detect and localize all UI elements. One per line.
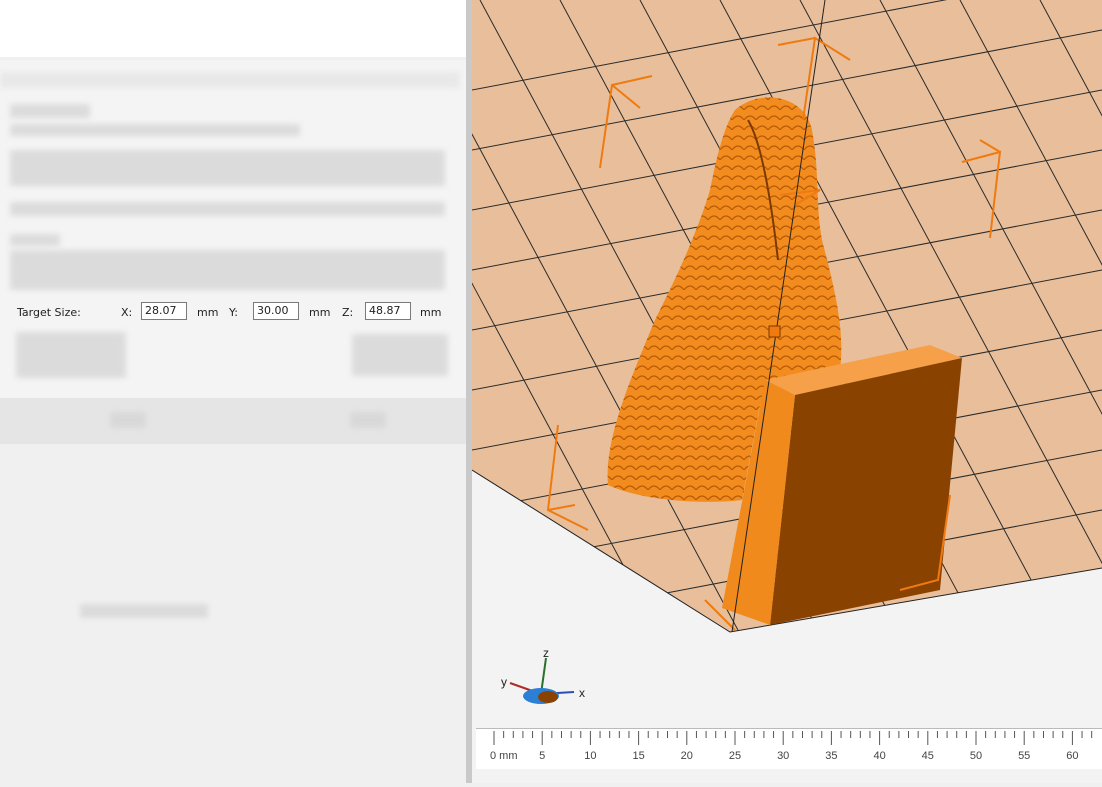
gizmo-x-label: x (579, 686, 585, 700)
target-size-y-input[interactable]: 30.00 (253, 302, 299, 320)
ruler-label: 30 (777, 750, 789, 762)
x-label: X: (121, 306, 133, 319)
blurred-text (80, 604, 208, 618)
top-area (0, 0, 466, 57)
blurred-text (10, 234, 60, 246)
gizmo-y-label: y (501, 675, 507, 689)
block-front[interactable] (770, 358, 962, 625)
ruler-label: 40 (873, 750, 885, 762)
target-size-z-input[interactable]: 48.87 (365, 302, 411, 320)
ruler-label: 25 (729, 750, 741, 762)
ruler: 0 mm 5 10 15 20 25 30 35 40 45 50 55 60 (476, 728, 1102, 769)
z-label: Z: (342, 306, 354, 319)
y-unit-label: mm (309, 306, 331, 319)
left-panel: Target Size: X: 28.07 mm Y: 30.00 mm Z: … (0, 0, 470, 783)
ruler-label: 0 mm (490, 750, 518, 762)
target-size-row: Target Size: X: 28.07 mm Y: 30.00 mm Z: … (0, 302, 466, 324)
blurred-button[interactable] (352, 334, 448, 376)
blurred-text (10, 104, 90, 118)
ruler-label: 35 (825, 750, 837, 762)
3d-viewport[interactable]: z y x (471, 0, 1102, 783)
viewport-scene[interactable]: z y x (471, 0, 1102, 783)
scale-panel (0, 60, 466, 401)
blurred-text (10, 202, 445, 216)
target-size-x-input[interactable]: 28.07 (141, 302, 187, 320)
ruler-label: 50 (970, 750, 982, 762)
blurred-text (10, 150, 445, 186)
blurred-header (0, 72, 460, 88)
target-size-label: Target Size: (17, 306, 81, 319)
ruler-label: 55 (1018, 750, 1030, 762)
z-unit-label: mm (420, 306, 442, 319)
ruler-label: 45 (922, 750, 934, 762)
blurred-text (10, 250, 445, 290)
blurred-button[interactable] (16, 332, 126, 378)
x-unit-label: mm (197, 306, 219, 319)
panel-footer (0, 398, 470, 444)
ruler-label: 10 (584, 750, 596, 762)
ruler-label: 5 (539, 750, 545, 762)
ruler-label: 20 (681, 750, 693, 762)
y-label: Y: (229, 306, 238, 319)
ruler-label: 60 (1066, 750, 1078, 762)
ruler-label: 15 (632, 750, 644, 762)
ruler-ticks: 0 mm 5 10 15 20 25 30 35 40 45 50 55 60 (490, 731, 1093, 762)
blurred-text (10, 124, 300, 136)
gizmo-z-label: z (543, 646, 549, 660)
blurred-tab[interactable] (110, 412, 146, 428)
blurred-tab[interactable] (350, 412, 386, 428)
selection-handle[interactable] (768, 325, 781, 338)
